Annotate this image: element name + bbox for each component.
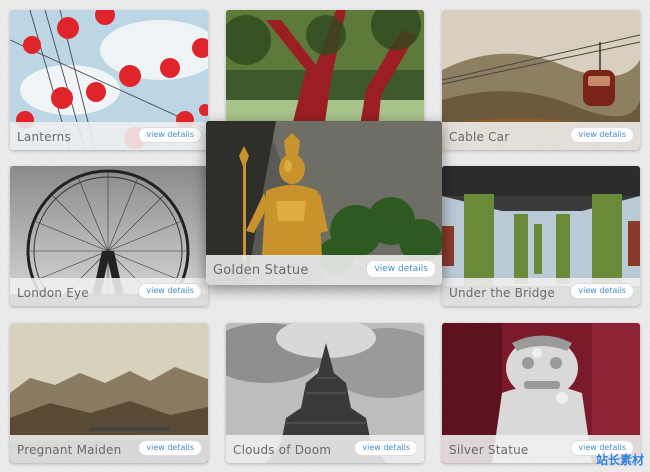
gallery-card-clouds-of-doom[interactable]: Clouds of Doom view details [226,323,424,463]
caption-bar: Cable Car view details [442,122,640,150]
card-title: Golden Statue [213,263,309,278]
card-title: Lanterns [17,130,71,144]
card-title: Pregnant Maiden [17,443,122,457]
view-details-button[interactable]: view details [138,127,202,143]
view-details-button[interactable]: view details [138,283,202,299]
gallery-card-pregnant-maiden[interactable]: Pregnant Maiden view details [10,323,208,463]
site-watermark: 站长素材 [595,453,644,467]
gallery-card-golden-statue[interactable]: Golden Statue view details [206,121,442,285]
view-details-button[interactable]: view details [570,127,634,143]
caption-bar: Pregnant Maiden view details [10,435,208,463]
card-title: London Eye [17,286,89,300]
card-title: Under the Bridge [449,286,555,300]
view-details-button[interactable]: view details [354,440,418,456]
gallery-card-under-the-bridge[interactable]: Under the Bridge view details [442,166,640,306]
caption-bar: Lanterns view details [10,122,208,150]
gallery-card-london-eye[interactable]: London Eye view details [10,166,208,306]
view-details-button[interactable]: view details [366,260,436,278]
card-title: Clouds of Doom [233,443,332,457]
gallery-card-cable-car[interactable]: Cable Car view details [442,10,640,150]
caption-bar: London Eye view details [10,278,208,306]
card-title: Silver Statue [449,443,529,457]
gallery-card-lanterns[interactable]: Lanterns view details [10,10,208,150]
caption-bar: Clouds of Doom view details [226,435,424,463]
caption-bar: Under the Bridge view details [442,278,640,306]
view-details-button[interactable]: view details [138,440,202,456]
view-details-button[interactable]: view details [570,283,634,299]
caption-bar: Golden Statue view details [206,255,442,285]
gallery-card-silver-statue[interactable]: Silver Statue view details [442,323,640,463]
card-title: Cable Car [449,130,510,144]
